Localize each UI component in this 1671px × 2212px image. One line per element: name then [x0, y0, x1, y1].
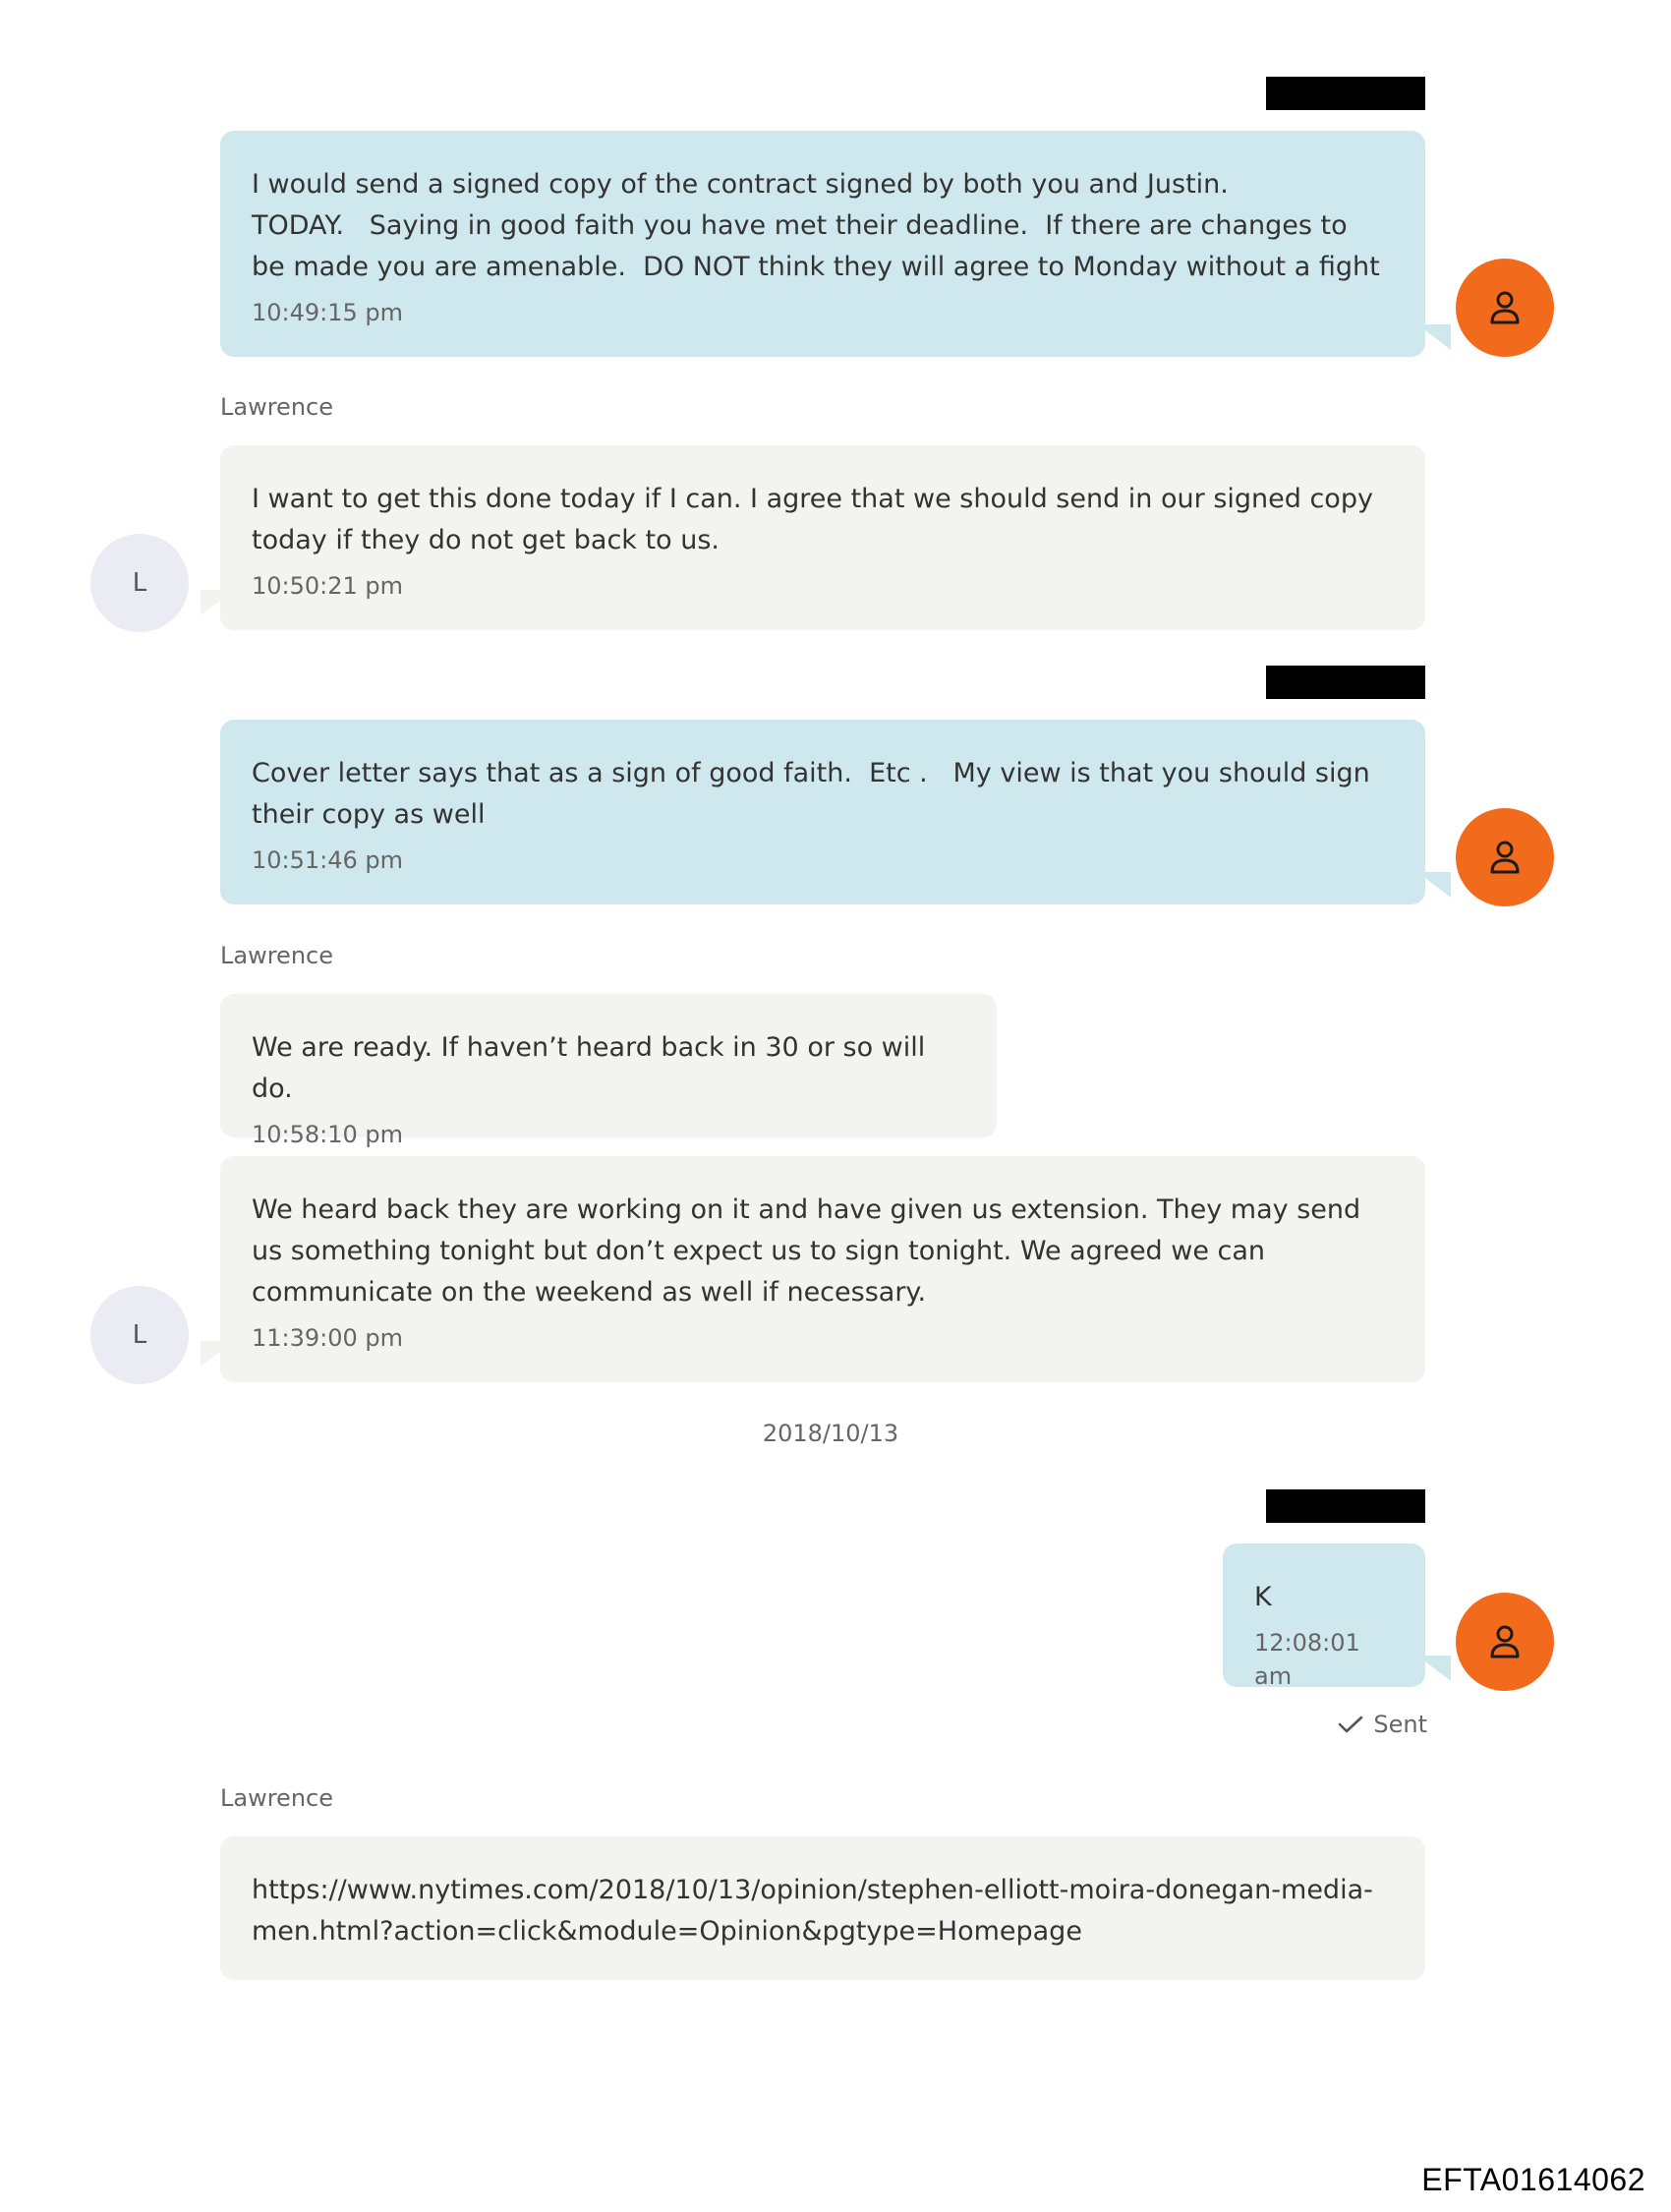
date-separator: 2018/10/13 — [762, 1420, 899, 1447]
sender-name: Lawrence — [220, 942, 333, 969]
checkmark-icon — [1339, 1716, 1363, 1733]
contact-avatar[interactable]: L — [90, 534, 189, 632]
person-icon — [1490, 291, 1520, 324]
message-bubble-incoming[interactable]: https://www.nytimes.com/2018/10/13/opini… — [220, 1836, 1425, 1980]
user-avatar[interactable] — [1456, 1593, 1554, 1691]
message-bubble-outgoing: Cover letter says that as a sign of good… — [220, 720, 1425, 904]
message-time: 11:39:00 pm — [252, 1324, 404, 1352]
contact-avatar[interactable]: L — [90, 1286, 189, 1384]
person-icon — [1490, 841, 1520, 874]
message-time: 10:49:15 pm — [252, 299, 404, 326]
sender-name: Lawrence — [220, 393, 333, 421]
message-text: We heard back they are working on it and… — [252, 1194, 1369, 1308]
message-time: 10:50:21 pm — [252, 572, 404, 600]
sender-name: Lawrence — [220, 1784, 333, 1812]
redacted-sender-name — [1266, 1489, 1425, 1523]
redacted-sender-name — [1266, 77, 1425, 110]
user-avatar[interactable] — [1456, 808, 1554, 906]
status-label: Sent — [1373, 1711, 1427, 1738]
redacted-sender-name — [1266, 666, 1425, 699]
message-bubble-incoming: We are ready. If haven’t heard back in 3… — [220, 994, 997, 1148]
bubble-tail — [201, 1341, 234, 1367]
message-link-text[interactable]: https://www.nytimes.com/2018/10/13/opini… — [252, 1870, 1394, 1952]
bubble-tail — [1417, 872, 1451, 898]
message-time: 10:58:10 pm — [252, 1121, 404, 1148]
message-time: 12:08:01 am — [1254, 1629, 1360, 1690]
message-bubble-incoming: I want to get this done today if I can. … — [220, 445, 1425, 630]
message-bubble-outgoing: K 12:08:01 am — [1223, 1543, 1425, 1690]
avatar-letter: L — [132, 1320, 147, 1350]
message-text: I want to get this done today if I can. … — [252, 484, 1382, 555]
message-status: Sent — [1338, 1711, 1427, 1738]
message-time: 10:51:46 pm — [252, 846, 404, 874]
avatar-letter: L — [132, 568, 147, 598]
message-bubble-outgoing: I would send a signed copy of the contra… — [220, 131, 1425, 357]
message-text: We are ready. If haven’t heard back in 3… — [252, 1032, 934, 1104]
person-icon — [1490, 1625, 1520, 1659]
bubble-tail — [1417, 1656, 1451, 1681]
message-bubble-incoming: We heard back they are working on it and… — [220, 1156, 1425, 1382]
message-text: I would send a signed copy of the contra… — [252, 169, 1380, 282]
bubble-tail — [201, 590, 234, 615]
message-text: Cover letter says that as a sign of good… — [252, 758, 1379, 830]
message-text: K — [1254, 1582, 1272, 1612]
bubble-tail — [1417, 324, 1451, 350]
user-avatar[interactable] — [1456, 259, 1554, 357]
document-id: EFTA01614062 — [1421, 2162, 1645, 2197]
